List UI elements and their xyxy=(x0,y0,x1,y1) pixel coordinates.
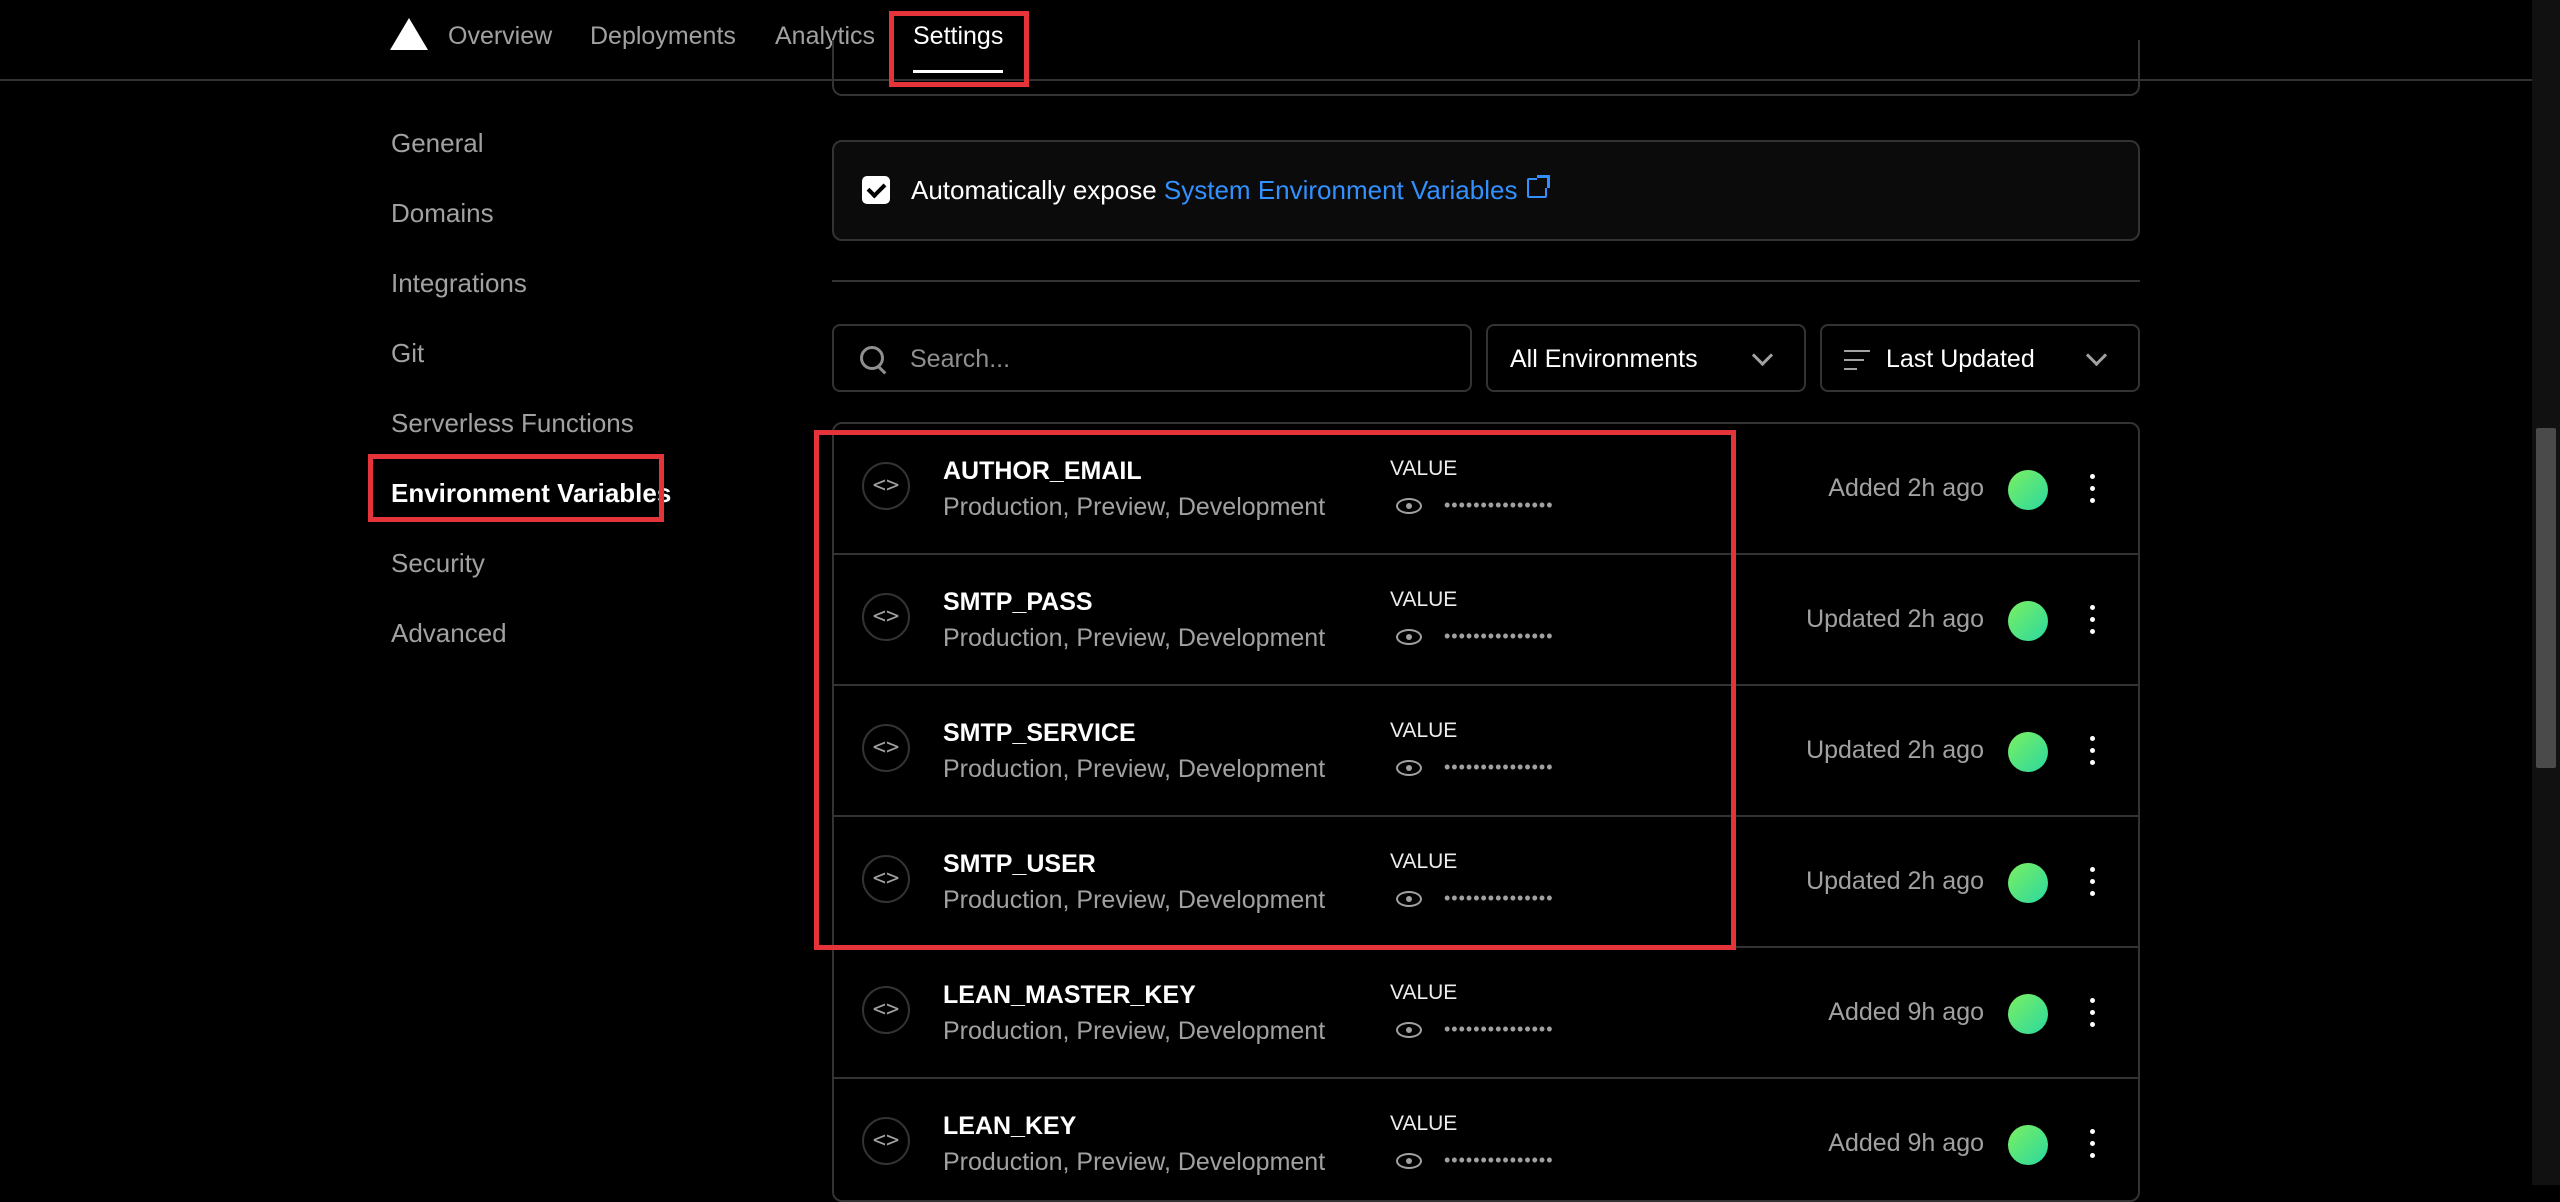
sidebar-item-advanced[interactable]: Advanced xyxy=(391,617,507,649)
value-label: VALUE xyxy=(1390,719,1458,742)
env-var-environments: Production, Preview, Development xyxy=(943,493,1326,521)
env-var-environments: Production, Preview, Development xyxy=(943,886,1326,914)
eye-icon[interactable] xyxy=(1396,498,1422,514)
more-options-icon[interactable] xyxy=(2090,1129,2095,1159)
more-options-icon[interactable] xyxy=(2090,867,2095,897)
expose-text: Automatically expose xyxy=(911,175,1164,205)
updated-time: Updated 2h ago xyxy=(1806,605,1984,633)
eye-icon[interactable] xyxy=(1396,629,1422,645)
env-var-environments: Production, Preview, Development xyxy=(943,1148,1326,1176)
environment-select-value: All Environments xyxy=(1510,345,1698,373)
sort-select[interactable]: Last Updated xyxy=(1820,324,2140,392)
expose-system-vars-box: Automatically expose System Environment … xyxy=(832,140,2140,241)
env-var-row[interactable]: <> AUTHOR_EMAIL Production, Preview, Dev… xyxy=(834,424,2138,555)
env-var-name: AUTHOR_EMAIL xyxy=(943,457,1142,485)
code-icon: <> xyxy=(862,593,910,641)
sidebar-item-serverless-functions[interactable]: Serverless Functions xyxy=(391,407,634,439)
more-options-icon[interactable] xyxy=(2090,736,2095,766)
avatar xyxy=(2008,470,2048,510)
value-label: VALUE xyxy=(1390,850,1458,873)
value-label: VALUE xyxy=(1390,981,1458,1004)
sort-select-value: Last Updated xyxy=(1886,345,2035,373)
sidebar-item-integrations[interactable]: Integrations xyxy=(391,267,527,299)
sidebar-item-git[interactable]: Git xyxy=(391,337,424,369)
updated-time: Updated 2h ago xyxy=(1806,867,1984,895)
tab-overview[interactable]: Overview xyxy=(448,20,552,52)
search-box xyxy=(832,324,1472,392)
eye-icon[interactable] xyxy=(1396,891,1422,907)
environment-select[interactable]: All Environments xyxy=(1486,324,1806,392)
sidebar-item-general[interactable]: General xyxy=(391,127,484,159)
code-icon: <> xyxy=(862,462,910,510)
value-label: VALUE xyxy=(1390,457,1458,480)
env-var-name: SMTP_PASS xyxy=(943,588,1093,616)
expose-checkbox[interactable] xyxy=(862,176,890,204)
env-vars-table: <> AUTHOR_EMAIL Production, Preview, Dev… xyxy=(832,422,2140,1202)
updated-time: Added 9h ago xyxy=(1828,1129,1984,1157)
avatar xyxy=(2008,863,2048,903)
chevron-down-icon xyxy=(2085,344,2108,367)
more-options-icon[interactable] xyxy=(2090,474,2095,504)
sort-icon xyxy=(1844,350,1870,370)
eye-icon[interactable] xyxy=(1396,1022,1422,1038)
code-icon: <> xyxy=(862,1117,910,1165)
expose-label: Automatically expose System Environment … xyxy=(911,174,1551,206)
env-var-row[interactable]: <> LEAN_MASTER_KEY Production, Preview, … xyxy=(834,948,2138,1079)
env-var-row[interactable]: <> SMTP_SERVICE Production, Preview, Dev… xyxy=(834,686,2138,817)
eye-icon[interactable] xyxy=(1396,1153,1422,1169)
env-var-row[interactable]: <> SMTP_USER Production, Preview, Develo… xyxy=(834,817,2138,948)
code-icon: <> xyxy=(862,986,910,1034)
env-var-environments: Production, Preview, Development xyxy=(943,1017,1326,1045)
search-icon xyxy=(860,346,884,370)
avatar xyxy=(2008,732,2048,772)
masked-value: ••••••••••••••• xyxy=(1444,757,1554,777)
eye-icon[interactable] xyxy=(1396,760,1422,776)
value-label: VALUE xyxy=(1390,1112,1458,1135)
previous-card-bottom xyxy=(832,40,2140,96)
env-var-row[interactable]: <> LEAN_KEY Production, Preview, Develop… xyxy=(834,1079,2138,1200)
value-label: VALUE xyxy=(1390,588,1458,611)
tab-deployments[interactable]: Deployments xyxy=(590,20,736,52)
more-options-icon[interactable] xyxy=(2090,605,2095,635)
sidebar-item-security[interactable]: Security xyxy=(391,547,485,579)
avatar xyxy=(2008,994,2048,1034)
avatar xyxy=(2008,601,2048,641)
vercel-logo-icon[interactable] xyxy=(390,18,428,50)
masked-value: ••••••••••••••• xyxy=(1444,495,1554,515)
env-var-name: SMTP_SERVICE xyxy=(943,719,1136,747)
code-icon: <> xyxy=(862,724,910,772)
updated-time: Added 9h ago xyxy=(1828,998,1984,1026)
section-divider xyxy=(832,280,2140,282)
updated-time: Added 2h ago xyxy=(1828,474,1984,502)
updated-time: Updated 2h ago xyxy=(1806,736,1984,764)
env-var-environments: Production, Preview, Development xyxy=(943,624,1326,652)
more-options-icon[interactable] xyxy=(2090,998,2095,1028)
avatar xyxy=(2008,1125,2048,1165)
env-var-row[interactable]: <> SMTP_PASS Production, Preview, Develo… xyxy=(834,555,2138,686)
chevron-down-icon xyxy=(1751,344,1774,367)
env-var-name: LEAN_KEY xyxy=(943,1112,1077,1140)
search-input[interactable] xyxy=(908,338,1452,380)
masked-value: ••••••••••••••• xyxy=(1444,626,1554,646)
env-var-name: SMTP_USER xyxy=(943,850,1096,878)
masked-value: ••••••••••••••• xyxy=(1444,1150,1554,1170)
masked-value: ••••••••••••••• xyxy=(1444,888,1554,908)
sidebar-item-domains[interactable]: Domains xyxy=(391,197,494,229)
system-env-vars-link[interactable]: System Environment Variables xyxy=(1164,175,1518,205)
sidebar-item-environment-variables[interactable]: Environment Variables xyxy=(391,477,671,509)
masked-value: ••••••••••••••• xyxy=(1444,1019,1554,1039)
env-var-name: LEAN_MASTER_KEY xyxy=(943,981,1196,1009)
code-icon: <> xyxy=(862,855,910,903)
env-var-environments: Production, Preview, Development xyxy=(943,755,1326,783)
scrollbar-thumb[interactable] xyxy=(2536,428,2556,768)
external-link-icon[interactable] xyxy=(1527,175,1551,198)
